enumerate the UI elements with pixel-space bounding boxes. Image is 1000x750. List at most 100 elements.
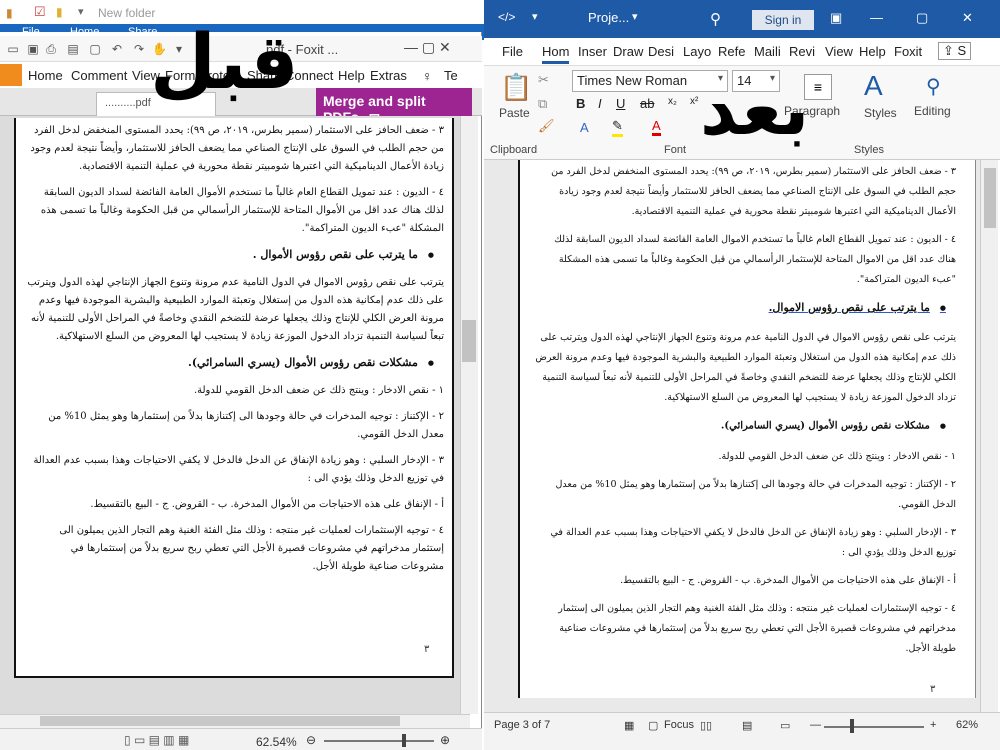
heading: مشكلات نقص رؤوس الأموال (يسري السامرائي)… [534, 416, 946, 437]
maximize-icon[interactable]: ▢ [916, 10, 928, 26]
zoom-out-icon[interactable]: ⊖ [306, 733, 316, 747]
italic-icon[interactable]: I [598, 96, 602, 111]
word-vertical-scrollbar[interactable] [980, 160, 998, 712]
lightbulb-icon[interactable]: ♀ [422, 68, 433, 84]
chevron-down-icon[interactable]: ▾ [532, 10, 538, 23]
scan-icon[interactable]: ▤ [66, 42, 80, 56]
save-icon[interactable]: ▣ [26, 42, 40, 56]
chevron-down-icon[interactable]: ▾ [78, 5, 84, 18]
menu-home[interactable]: Home [28, 68, 63, 83]
tab-file[interactable]: File [502, 44, 523, 59]
tab-draw[interactable]: Draw [613, 44, 643, 59]
focus-icon[interactable]: ▢ [648, 719, 658, 732]
tab-review[interactable]: Revi [789, 44, 815, 59]
font-color-icon[interactable]: A [652, 118, 661, 136]
folder-icon: ▮ [6, 6, 13, 20]
folder-icon: ▮ [56, 5, 63, 19]
foxit-scroll-thumb[interactable] [462, 320, 476, 362]
bold-icon[interactable]: B [576, 96, 585, 111]
read-mode-icon[interactable]: ▯▯ [700, 719, 712, 732]
menu-help[interactable]: Help [338, 68, 365, 83]
styles-icon[interactable]: A [864, 70, 883, 102]
paragraph: ٢ - الإكتناز : توجيه المدخرات في حالة وج… [48, 411, 444, 440]
editing-label: Editing [914, 104, 951, 118]
menu-extras[interactable]: Extras [370, 68, 407, 83]
word-scroll-thumb[interactable] [984, 168, 996, 228]
close-icon[interactable]: ✕ [962, 10, 973, 26]
zoom-slider-thumb[interactable] [402, 734, 406, 747]
proofing-icon[interactable]: ▦ [624, 719, 634, 732]
chevron-down-icon[interactable]: ▾ [632, 10, 638, 23]
editing-icon[interactable]: ⚲ [926, 74, 941, 99]
paragraph: ١ - نقص الادخار : وينتج ذلك عن ضعف الدخل… [193, 385, 444, 396]
superscript-icon[interactable]: x² [690, 96, 698, 107]
paragraph: أ - الإنفاق على هذه الاحتياجات من الأموا… [90, 499, 444, 510]
cut-icon[interactable]: ✂ [538, 72, 549, 88]
web-layout-icon[interactable]: ▭ [780, 719, 790, 732]
print-icon[interactable]: ⎙ [44, 42, 58, 56]
desktop-screenshot: ▮ ☑ ▮ ▾ New folder File Home Share ▭ ▣ ⎙… [0, 0, 1000, 750]
after-caption: بعد [700, 67, 810, 151]
tab-design[interactable]: Desi [648, 44, 674, 59]
zoom-slider-track[interactable] [824, 726, 924, 728]
subscript-icon[interactable]: x₂ [668, 96, 677, 107]
zoom-slider-thumb[interactable] [850, 719, 854, 733]
share-button[interactable]: ⇪ S [938, 42, 972, 60]
tab-insert[interactable]: Inser [578, 44, 607, 59]
tab-layout[interactable]: Layo [683, 44, 711, 59]
page-status: Page 3 of 7 [494, 719, 551, 731]
paste-label: Paste [499, 106, 530, 120]
tab-mailings[interactable]: Maili [754, 44, 781, 59]
tab-help[interactable]: Help [859, 44, 886, 59]
styles-group-label: Styles [854, 144, 884, 156]
format-painter-icon[interactable]: 🖌 [538, 118, 555, 134]
foxit-file-button[interactable] [0, 64, 22, 86]
zoom-in-icon[interactable]: + [930, 719, 936, 731]
window-controls[interactable]: — ▢ ✕ [404, 39, 451, 56]
tab-view[interactable]: View [825, 44, 853, 59]
checkbox-icon[interactable]: ☑ [34, 4, 46, 20]
menu-tell-me[interactable]: Te [444, 68, 458, 83]
merge-split-pdfs-button[interactable]: Merge and split PDFs ▤ [316, 88, 472, 125]
code-icon[interactable]: </> [498, 10, 515, 24]
document-tab-label: ..........pdf [105, 97, 151, 109]
underline-icon[interactable]: U [616, 96, 625, 111]
zoom-out-icon[interactable]: — [810, 719, 821, 731]
sign-in-button[interactable]: Sign in [752, 10, 814, 30]
highlight-icon[interactable]: ✎ [612, 118, 623, 137]
zoom-slider-track[interactable] [324, 740, 434, 742]
paragraph: ٣ - الإدخار السلبي : وهو زيادة الإنفاق ع… [33, 455, 444, 484]
search-icon[interactable]: ⚲ [710, 10, 721, 28]
word-title-bar: </> ▾ Proje... ▾ ⚲ Sign in ▣ — ▢ ✕ [484, 0, 1000, 38]
tab-foxit[interactable]: Foxit [894, 44, 922, 59]
foxit-vertical-scrollbar[interactable] [460, 116, 478, 714]
ribbon-display-icon[interactable]: ▣ [830, 10, 842, 26]
paragraph: ٢ - الإكتناز : توجيه المدخرات في حالة وج… [555, 478, 956, 510]
word-doc-title: Proje... [588, 10, 630, 25]
redo-icon[interactable]: ↷ [132, 42, 146, 56]
focus-label[interactable]: Focus [664, 719, 694, 731]
heading: مشكلات نقص رؤوس الأموال (يسري السامرائي)… [26, 354, 434, 372]
text-effects-icon[interactable]: A [580, 120, 589, 135]
paste-icon[interactable]: 📋 [500, 72, 532, 103]
tab-home[interactable]: Hom [542, 44, 570, 64]
tab-references[interactable]: Refe [718, 44, 745, 59]
menu-comment[interactable]: Comment [71, 68, 127, 83]
zoom-in-icon[interactable]: ⊕ [440, 733, 450, 747]
minimize-icon[interactable]: — [870, 10, 883, 25]
foxit-hscroll-thumb[interactable] [40, 716, 400, 726]
copy-icon[interactable]: ⧉ [538, 96, 547, 112]
paragraph: ١ - نقص الادخار : وينتج ذلك عن ضعف الدخل… [718, 450, 956, 462]
print-layout-icon[interactable]: ▤ [742, 719, 752, 732]
paragraph: يترتب على نقص رؤوس الاموال في الدول النا… [27, 277, 444, 342]
undo-icon[interactable]: ↶ [110, 42, 124, 56]
strikethrough-icon[interactable]: ab [640, 96, 654, 111]
new-icon[interactable]: ▢ [88, 42, 102, 56]
page-number: ٣ [930, 684, 936, 695]
page-nav-icons[interactable]: ▯ ▭ ▤ ▥ ▦ [124, 733, 189, 747]
open-icon[interactable]: ▭ [6, 42, 20, 56]
explorer-title: New folder [98, 6, 156, 20]
paragraph: ٣ - ضعف الحافز على الاستثمار (سمير بطرس،… [30, 125, 444, 172]
paragraph: ٤ - توجيه الإستثمارات لعمليات غير منتجه … [558, 602, 956, 654]
clipboard-group-label: Clipboard [490, 144, 538, 156]
